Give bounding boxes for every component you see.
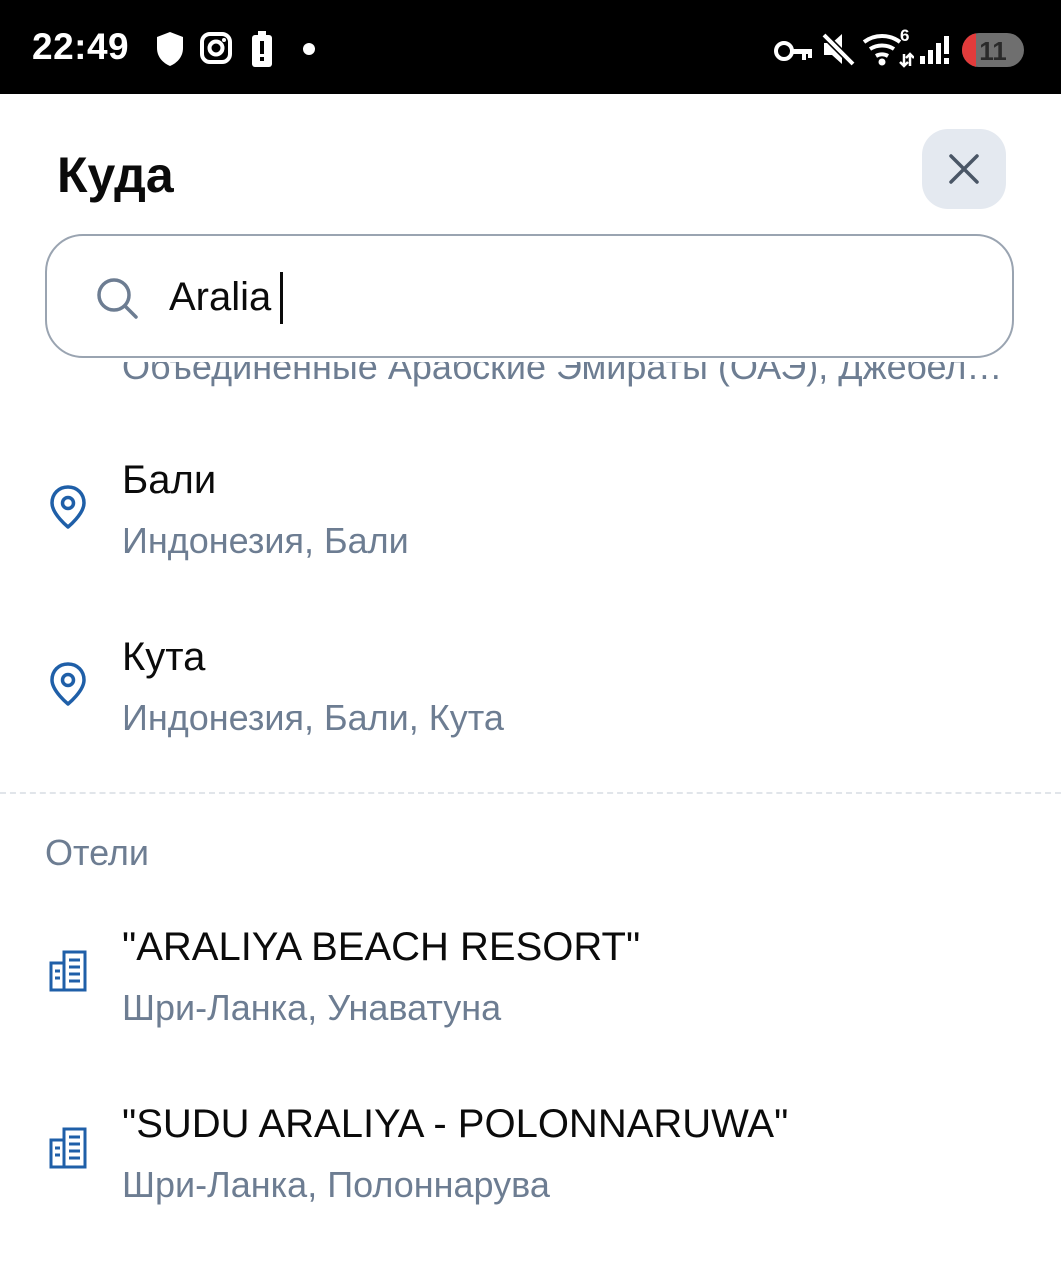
list-item-hotel[interactable]: "SUDU ARALIYA - POLONNARUWA" Шри-Ланка, … [0, 1102, 1061, 1252]
close-icon [949, 154, 979, 184]
battery-level: 11 [979, 36, 1007, 66]
shield-icon [155, 30, 185, 73]
list-item-title: "SUDU ARALIYA - POLONNARUWA" [122, 1102, 789, 1146]
location-pin-icon [48, 484, 88, 535]
status-bar: 22:49 6 11 [0, 0, 1061, 94]
list-item-subtitle: Индонезия, Бали, Кута [122, 697, 504, 738]
list-item-hotel[interactable]: "ARALIYA BEACH RESORT" Шри-Ланка, Унават… [0, 925, 1061, 1075]
hotel-building-icon [48, 1126, 88, 1175]
battery-alert-icon [250, 30, 274, 73]
wifi-icon: 6 [862, 26, 915, 73]
list-item-subtitle: Шри-Ланка, Полоннарува [122, 1164, 550, 1205]
search-icon [95, 276, 139, 325]
location-pin-icon [48, 661, 88, 712]
vpn-key-icon [774, 38, 814, 69]
list-item-subtitle: Шри-Ланка, Унаватуна [122, 987, 502, 1028]
list-item-subtitle: Индонезия, Бали [122, 520, 409, 561]
status-time: 22:49 [32, 26, 130, 67]
wifi-badge: 6 [900, 26, 910, 45]
mute-icon [820, 31, 856, 72]
instagram-icon [199, 30, 233, 71]
list-item-title: "ARALIYA BEACH RESORT" [122, 925, 641, 969]
section-divider [0, 792, 1061, 794]
list-item-place[interactable]: Кута Индонезия, Бали, Кута [0, 635, 1061, 785]
close-button[interactable] [922, 129, 1006, 209]
list-item-title: Бали [122, 458, 217, 502]
search-field[interactable] [45, 234, 1014, 358]
dot-icon [302, 42, 316, 61]
signal-icon [918, 34, 954, 71]
results-list[interactable]: Объединенные Арабские Эмираты (ОАЭ), Дже… [0, 362, 1061, 1280]
search-input[interactable] [169, 268, 949, 326]
list-item-title: Кута [122, 635, 206, 679]
section-label-hotels: Отели [45, 832, 150, 873]
page-title: Куда [57, 147, 174, 203]
clipped-result-subtitle: Объединенные Арабские Эмираты (ОАЭ), Дже… [122, 362, 1012, 387]
battery-indicator: 11 [962, 33, 1024, 67]
text-caret [280, 272, 283, 324]
hotel-building-icon [48, 949, 88, 998]
list-item-place[interactable]: Бали Индонезия, Бали [0, 458, 1061, 608]
